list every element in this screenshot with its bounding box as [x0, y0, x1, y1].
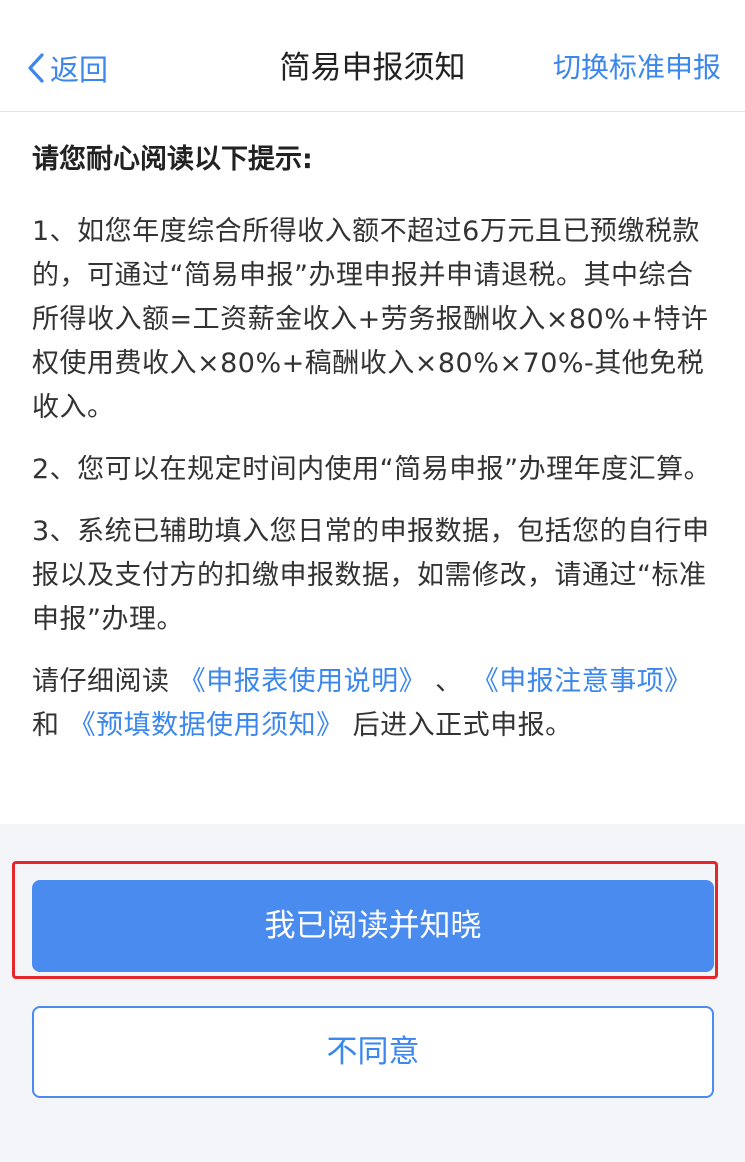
confirm-read-button[interactable]: 我已阅读并知晓: [32, 880, 714, 972]
decline-button[interactable]: 不同意: [32, 1006, 714, 1098]
page: 返回 简易申报须知 切换标准申报 请您耐心阅读以下提示: 1、如您年度综合所得收…: [0, 0, 745, 1162]
reading-notice: 请仔细阅读 《申报表使用说明》 、 《申报注意事项》 和 《预填数据使用须知》 …: [32, 660, 715, 748]
notice-suffix: 后进入正式申报。: [343, 710, 573, 741]
notice-prefix: 请仔细阅读: [32, 666, 179, 697]
intro-heading: 请您耐心阅读以下提示:: [32, 144, 313, 175]
notice-content: 请您耐心阅读以下提示: 1、如您年度综合所得收入额不超过6万元且已预缴税款的，可…: [0, 112, 745, 824]
nav-header: 返回 简易申报须知 切换标准申报: [0, 0, 745, 112]
chevron-left-icon: [28, 53, 44, 83]
link-filing-notes[interactable]: 《申报注意事项》: [472, 666, 692, 697]
link-prefill-data-notice[interactable]: 《预填数据使用须知》: [69, 710, 344, 741]
notice-item-3: 3、系统已辅助填入您日常的申报数据，包括您的自行申报以及支付方的扣缴申报数据，如…: [32, 516, 710, 635]
back-button[interactable]: 返回: [26, 44, 108, 92]
notice-item-2: 2、您可以在规定时间内使用“简易申报”办理年度汇算。: [32, 454, 712, 485]
notice-separator-2: 和: [32, 710, 69, 741]
switch-standard-button[interactable]: 切换标准申报: [553, 44, 721, 92]
notice-separator-1: 、: [426, 666, 472, 697]
link-form-instructions[interactable]: 《申报表使用说明》: [179, 666, 427, 697]
notice-item-1: 1、如您年度综合所得收入额不超过6万元且已预缴税款的，可通过“简易申报”办理申报…: [32, 216, 709, 423]
back-label: 返回: [50, 53, 109, 87]
action-footer: 我已阅读并知晓 不同意: [0, 824, 745, 1162]
